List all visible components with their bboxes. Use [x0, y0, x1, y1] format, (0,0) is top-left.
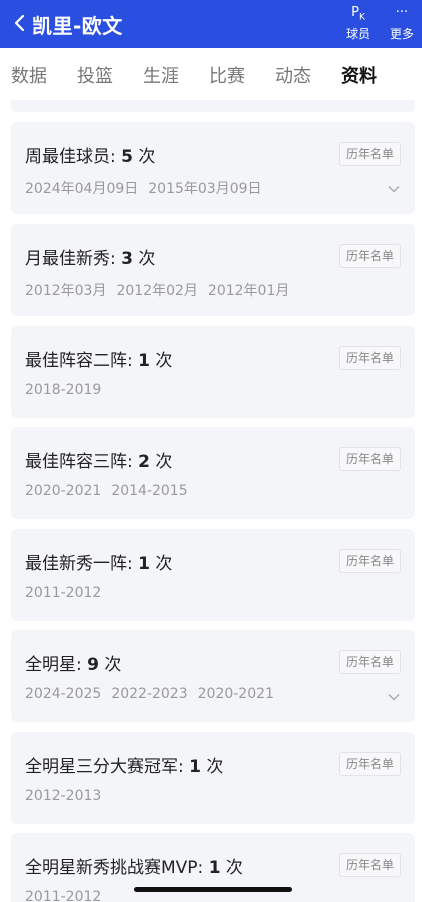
player-pk-label: 球员 — [345, 27, 370, 41]
award-seasons: 2011-2012 — [25, 585, 102, 601]
tab-bar: 数据 投篮 生涯 比赛 动态 资料 — [0, 48, 422, 147]
tab-games[interactable]: 比赛 — [209, 62, 245, 88]
chevron-down-icon[interactable] — [387, 690, 401, 704]
award-seasons: 2018-2019 — [25, 382, 102, 398]
award-card: 全明星: 9 次 历年名单 2024-2025 2022-2023 2020-202… — [11, 630, 415, 722]
history-list-button[interactable]: 历年名单 — [338, 447, 401, 471]
tab-shooting[interactable]: 投篮 — [77, 62, 113, 88]
tab-profile[interactable]: 资料 — [341, 62, 377, 88]
award-card: 全明星三分大赛冠军: 1 次 历年名单 2012-2013 — [11, 732, 415, 824]
back-arrow-icon[interactable] — [10, 11, 30, 35]
top-header: 凯里-欧文 PK 球员 ··· 更多 — [0, 0, 422, 48]
award-title: 最佳阵容二阵: 1 次 — [25, 351, 173, 371]
history-list-button[interactable]: 历年名单 — [338, 853, 401, 877]
award-title: 全明星新秀挑战赛MVP: 1 次 — [25, 858, 243, 878]
award-card: 最佳阵容三阵: 2 次 历年名单 2020-2021 2014-2015 — [11, 427, 415, 519]
award-seasons: 2011-2012 — [25, 889, 102, 902]
chevron-down-icon[interactable] — [387, 182, 401, 196]
history-list-button[interactable]: 历年名单 — [338, 244, 401, 268]
award-card: 周最佳球员: 5 次 历年名单 2024年04月09日 2015年03月09日 — [11, 122, 415, 214]
award-title: 全明星三分大赛冠军: 1 次 — [25, 757, 224, 777]
award-seasons: 2024-2025 2022-2023 2020-2021 — [25, 686, 274, 702]
tab-career[interactable]: 生涯 — [143, 62, 179, 88]
home-indicator[interactable] — [134, 887, 292, 892]
history-list-button[interactable]: 历年名单 — [338, 650, 401, 674]
history-list-button[interactable]: 历年名单 — [338, 549, 401, 573]
award-title: 周最佳球员: 5 次 — [25, 147, 156, 167]
award-seasons: 2020-2021 2014-2015 — [25, 483, 188, 499]
tab-news[interactable]: 动态 — [275, 62, 311, 88]
more-dots-icon: ··· — [395, 5, 409, 20]
award-seasons: 2012-2013 — [25, 788, 102, 804]
player-pk-button[interactable]: PK 球员 — [340, 4, 376, 43]
more-button[interactable]: ··· 更多 — [384, 4, 420, 43]
award-title: 月最佳新秀: 3 次 — [25, 249, 156, 269]
history-list-button[interactable]: 历年名单 — [338, 752, 401, 776]
award-title: 最佳阵容三阵: 2 次 — [25, 452, 173, 472]
award-card: 月最佳新秀: 3 次 历年名单 2012年03月 2012年02月 2012年01月 — [11, 224, 415, 316]
award-seasons: 2024年04月09日 2015年03月09日 — [25, 181, 262, 197]
award-title: 最佳新秀一阵: 1 次 — [25, 554, 173, 574]
award-card: 最佳阵容二阵: 1 次 历年名单 2018-2019 — [11, 326, 415, 418]
history-list-button[interactable]: 历年名单 — [338, 142, 401, 166]
more-label: 更多 — [389, 27, 414, 41]
awards-list: 周最佳球员: 5 次 历年名单 2024年04月09日 2015年03月09日 月… — [0, 100, 422, 902]
award-seasons: 2012年03月 2012年02月 2012年01月 — [25, 283, 290, 299]
tab-stats[interactable]: 数据 — [11, 62, 47, 88]
history-list-button[interactable]: 历年名单 — [338, 346, 401, 370]
pk-icon: PK — [351, 5, 365, 23]
page-title: 凯里-欧文 — [32, 14, 123, 38]
award-card: 最佳新秀一阵: 1 次 历年名单 2011-2012 — [11, 529, 415, 621]
previous-card-stub — [11, 100, 415, 112]
award-title: 全明星: 9 次 — [25, 655, 122, 675]
